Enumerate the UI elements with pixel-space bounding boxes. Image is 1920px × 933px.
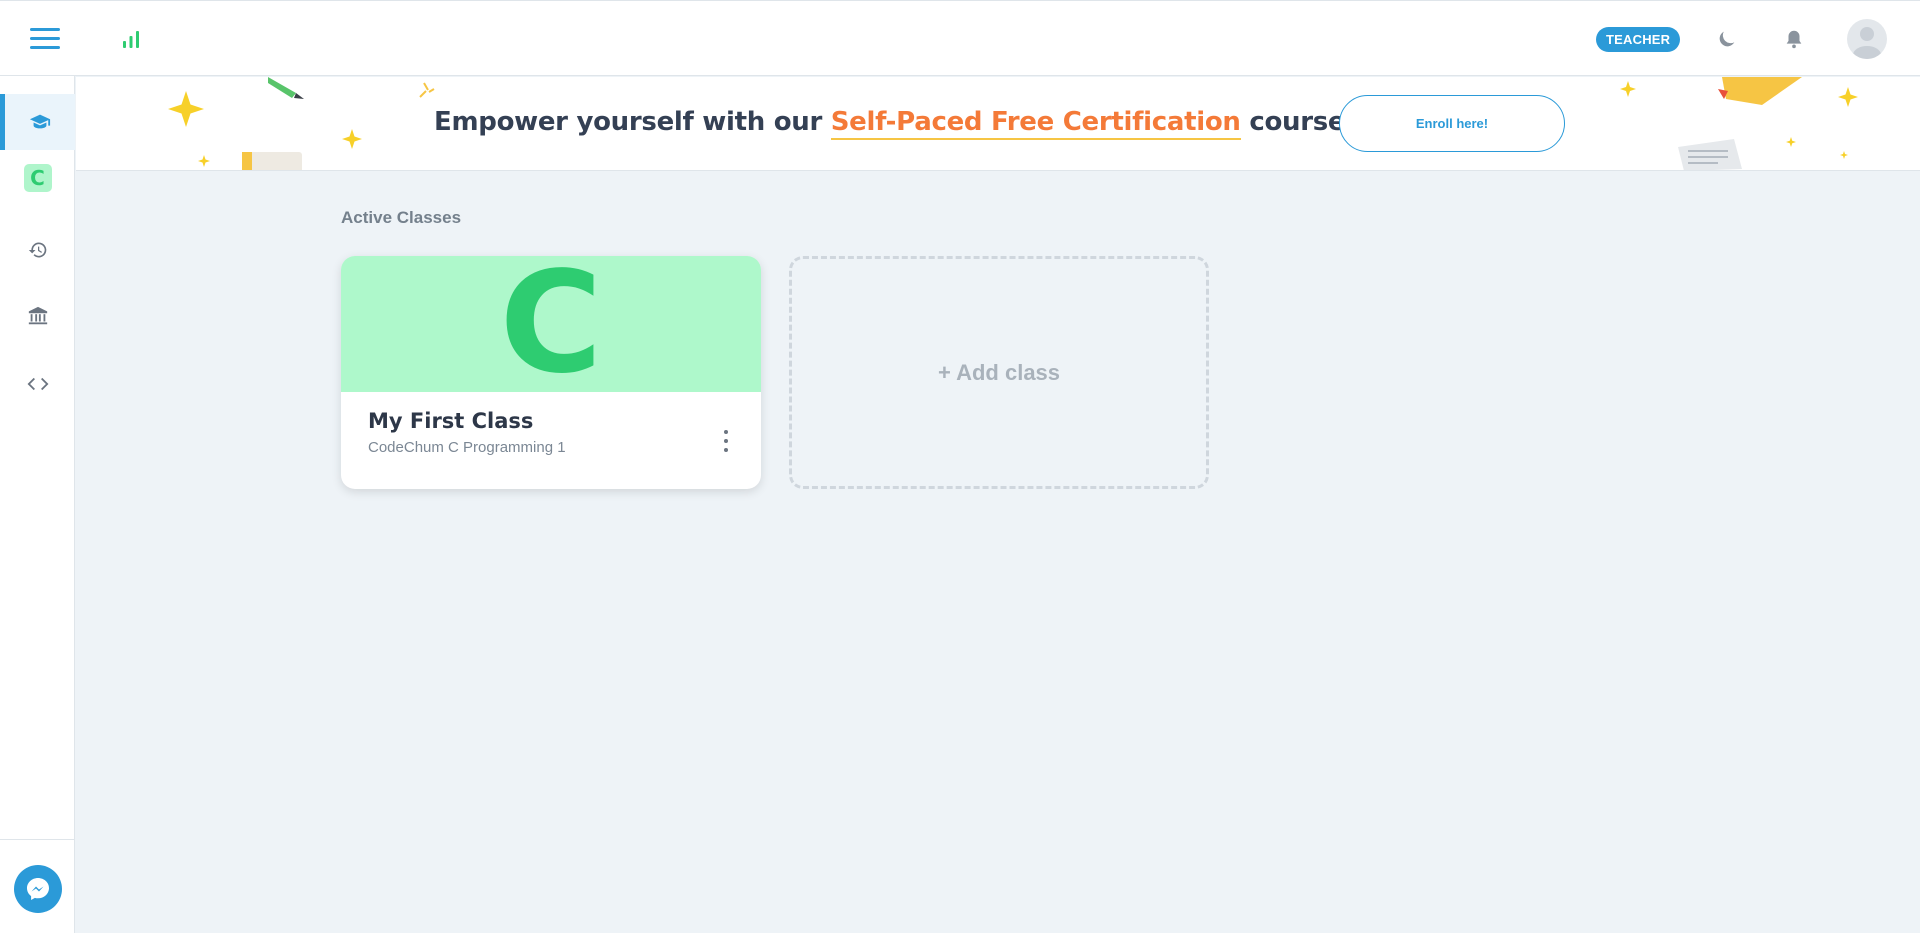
sidebar: C [0, 76, 75, 933]
sparkle-icon [1620, 81, 1636, 97]
sidebar-item-institution[interactable] [0, 288, 75, 344]
add-class-button[interactable]: + Add class [789, 256, 1209, 489]
moon-icon[interactable] [1716, 28, 1738, 50]
banner-highlight: Self-Paced Free Certification [830, 107, 1241, 140]
institution-icon [28, 306, 47, 325]
more-options-icon[interactable] [719, 430, 733, 452]
banner-headline: Empower yourself with our Self-Paced Fre… [434, 107, 1372, 140]
sparkle-icon [198, 155, 210, 167]
sparkle-icon [1838, 87, 1858, 107]
sparkle-icon [342, 129, 362, 149]
code-brackets-icon [27, 377, 48, 391]
card-icon [242, 152, 302, 170]
sidebar-item-history[interactable] [0, 222, 75, 278]
history-icon [28, 242, 46, 258]
book-icon [1718, 77, 1802, 105]
section-title: Active Classes [341, 208, 462, 227]
pencil-icon [268, 77, 304, 99]
sparkle-icon [1840, 151, 1848, 159]
sparkle-icon [168, 91, 204, 127]
bell-icon[interactable] [1783, 28, 1805, 50]
c-course-icon: C [23, 164, 52, 192]
messenger-icon[interactable] [14, 865, 62, 913]
role-badge: TEACHER [1596, 27, 1681, 52]
spark-lines-icon [419, 82, 435, 98]
sparkle-icon [1786, 137, 1796, 147]
class-card-banner: C [341, 256, 761, 405]
sidebar-item-code[interactable] [0, 356, 75, 412]
hamburger-menu-icon[interactable] [30, 28, 60, 50]
top-bar: TEACHER [0, 0, 1920, 76]
class-card[interactable]: C My First Class CodeChum C Programming … [341, 256, 761, 489]
enroll-button[interactable]: Enroll here! [1339, 95, 1565, 152]
class-name: My First Class [368, 409, 534, 433]
user-avatar-icon[interactable] [1847, 19, 1887, 59]
course-letter-icon: C [499, 256, 603, 405]
add-class-label: + Add class [937, 359, 1061, 385]
class-course: CodeChum C Programming 1 [368, 439, 566, 456]
bar-chart-icon[interactable] [121, 29, 141, 49]
banner-text-before: Empower yourself with our [434, 107, 831, 137]
sidebar-item-c-course[interactable]: C [0, 150, 75, 206]
graduation-cap-icon [29, 114, 51, 129]
sidebar-divider [0, 839, 75, 840]
sidebar-item-classes[interactable] [0, 94, 75, 150]
paper-icon [1678, 139, 1742, 170]
promo-banner: Empower yourself with our Self-Paced Fre… [76, 77, 1920, 171]
